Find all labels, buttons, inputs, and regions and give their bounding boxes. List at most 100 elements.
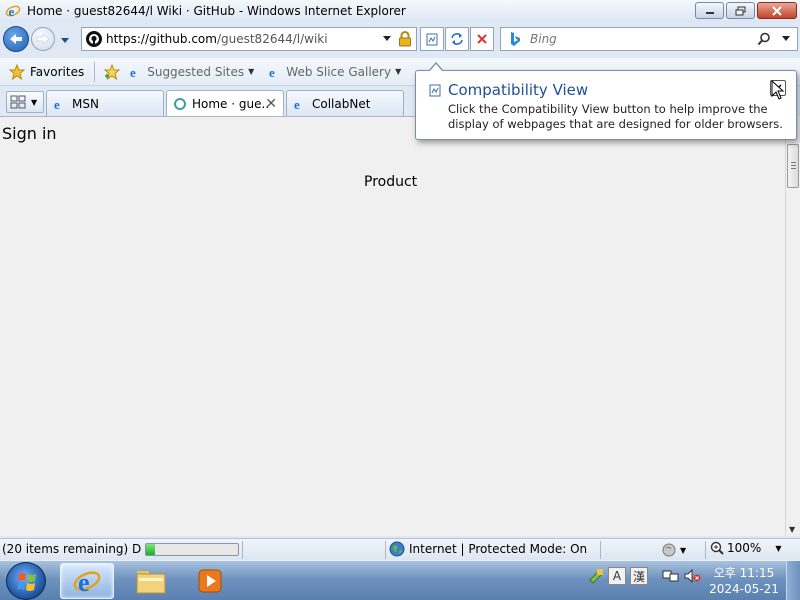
clock-date: 2024-05-21 [709,582,779,596]
progress-fill [146,544,156,555]
forward-button[interactable] [31,27,55,51]
navigation-bar: https://github.com/guest82644/l/wiki [0,22,800,56]
favorites-item-suggested-sites[interactable]: e Suggested Sites ▼ [125,61,258,83]
progress-bar [145,543,239,556]
history-dropdown-button[interactable] [60,34,70,48]
clock[interactable]: 오후 11:15 2024-05-21 [706,565,782,597]
status-bar: (20 items remaining) Downloading picture… [0,538,800,560]
chevron-down-icon [61,38,69,43]
security-zone[interactable]: Internet | Protected Mode: On [389,541,587,557]
close-tab-icon[interactable]: ✕ [265,96,277,112]
restore-button[interactable] [726,2,755,19]
system-tray: A 漢 [588,567,702,585]
taskbar-ie-button[interactable]: e [60,563,114,599]
tab-home-wiki[interactable]: Home · gue... ✕ [166,90,284,117]
search-options-dropdown[interactable] [775,36,797,42]
clock-time: 오후 11:15 [713,566,775,580]
tab-collabnet[interactable]: e CollabNet [286,90,404,116]
chevron-down-icon: ▼ [395,67,402,76]
title-bar: e Home · guest82644/l Wiki · GitHub - Wi… [0,0,800,22]
page-content: Sign in Product [0,116,785,536]
scrollbar-thumb[interactable] [787,144,799,188]
quick-tabs-button[interactable]: ▼ [6,91,44,113]
svg-text:e: e [78,568,90,596]
mouse-cursor-icon [771,80,785,100]
popup-pointer [428,62,444,72]
popup-text: Click the Compatibility View button to h… [448,102,783,131]
scroll-down-arrow-icon[interactable]: ▼ [789,525,795,534]
url-host: https://github.com [106,32,217,46]
favorites-label: Favorites [30,64,85,79]
favorites-item-label: Web Slice Gallery [286,64,392,79]
star-icon [9,63,25,80]
chevron-down-icon [782,36,790,41]
address-dropdown-button[interactable] [380,36,394,42]
svg-text:e: e [294,97,300,111]
refresh-button[interactable] [445,27,469,51]
compatibility-view-popup: Compatibility View Click the Compatibili… [415,62,797,140]
lock-icon[interactable] [394,31,416,47]
chevron-down-icon: ▼ [31,97,38,107]
status-divider [242,541,243,559]
zoom-level-text: 100% [727,541,762,555]
taskbar: e A 漢 오후 11:15 2024-05-21 [0,560,800,600]
volume-muted-icon[interactable] [684,568,702,584]
bing-logo-icon [506,30,524,48]
back-button[interactable] [3,26,29,52]
compatibility-view-icon [426,33,438,46]
tab-msn[interactable]: e MSN [46,90,164,116]
media-player-icon [198,569,222,593]
chevron-down-icon [383,36,391,41]
svg-text:e: e [54,97,60,111]
add-to-favorites-bar-button[interactable] [99,61,125,83]
close-window-button[interactable] [757,2,797,19]
popup-title: Compatibility View [448,81,589,99]
loading-icon [174,98,186,110]
search-icon [757,32,770,46]
url-text[interactable]: https://github.com/guest82644/l/wiki [106,32,380,46]
internet-explorer-icon: e [73,568,101,596]
globe-icon [389,541,405,557]
status-text: (20 items remaining) Downloading picture… [2,542,142,556]
scroll-grip-icon [791,162,796,163]
taskbar-media-player-button[interactable] [183,563,237,599]
favorites-button[interactable]: Favorites [3,61,90,83]
status-divider [385,541,386,559]
search-input[interactable] [530,32,753,46]
zoom-icon [710,541,724,555]
product-menu[interactable]: Product [364,174,417,190]
zoom-level-button[interactable]: 100% ▼ [710,541,781,555]
favorites-item-web-slice-gallery[interactable]: e Web Slice Gallery ▼ [264,61,405,83]
favorites-divider [94,61,96,82]
search-box[interactable] [500,27,798,51]
search-button[interactable] [753,32,775,46]
url-path: /guest82644/l/wiki [216,32,328,46]
chevron-down-icon: ▼ [248,67,255,76]
start-button[interactable] [6,562,46,600]
back-arrow-icon [10,34,22,44]
stop-button[interactable] [470,27,494,51]
svg-text:e: e [130,65,136,79]
popup-blocker-button[interactable]: ▼ [662,542,686,558]
address-bar[interactable]: https://github.com/guest82644/l/wiki [81,27,417,51]
ie-page-icon: e [130,65,136,79]
vertical-scrollbar[interactable]: ▼ [785,116,800,536]
network-icon[interactable] [662,568,680,584]
minimize-icon [705,11,714,14]
language-bar-icon[interactable] [588,568,604,584]
sign-in-link[interactable]: Sign in [2,124,57,143]
show-desktop-button[interactable] [786,561,800,600]
ime-mode-han[interactable]: 漢 [630,567,648,585]
add-favorite-star-icon [103,63,121,80]
security-zone-text: Internet | Protected Mode: On [409,542,588,556]
ie-page-icon: e [54,97,60,111]
favorites-item-label: Suggested Sites [147,64,245,79]
compatibility-view-button[interactable] [420,27,444,51]
taskbar-explorer-button[interactable] [124,563,178,599]
chevron-down-icon: ▼ [775,543,782,553]
minimize-button[interactable] [695,2,724,19]
refresh-icon [451,33,463,45]
compatibility-view-icon [428,83,442,100]
windows-logo-icon [17,573,36,591]
ime-mode-a[interactable]: A [608,567,626,585]
